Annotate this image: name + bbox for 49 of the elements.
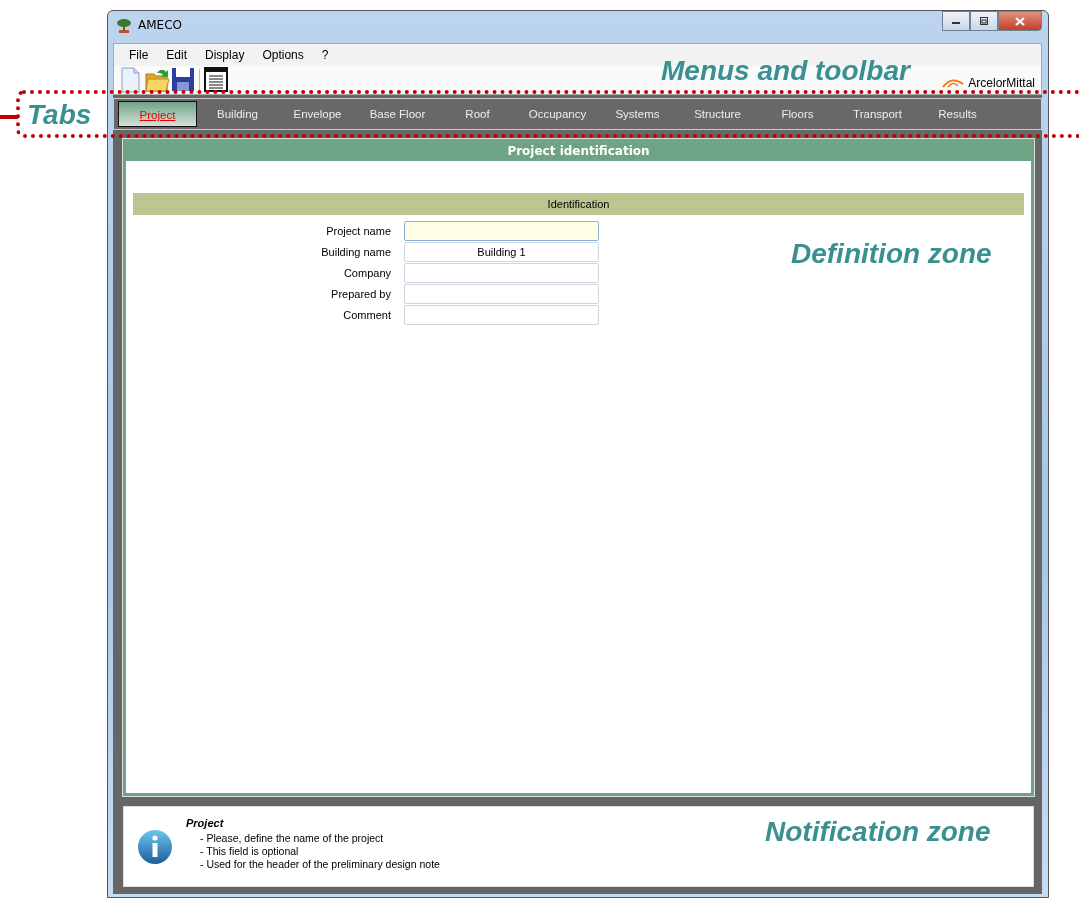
field-label: Comment <box>342 309 391 321</box>
section-header: Identification <box>133 193 1024 215</box>
field-label: Project name <box>325 225 391 237</box>
menu-item[interactable]: Options <box>253 48 313 62</box>
notification-line: - This field is optional <box>199 845 300 858</box>
close-button[interactable] <box>998 11 1042 31</box>
input-field[interactable] <box>404 305 599 325</box>
tab[interactable]: Building <box>198 101 277 127</box>
notification-line: - Used for the header of the preliminary design note <box>199 858 440 871</box>
panel-header: Project identification <box>126 142 1031 161</box>
tab[interactable]: Results <box>918 101 997 127</box>
input-field[interactable] <box>404 263 599 283</box>
maximize-button[interactable] <box>970 11 998 31</box>
window-title: AMECO <box>138 18 182 32</box>
open-button[interactable] <box>144 67 170 93</box>
close-icon <box>1015 16 1025 26</box>
save-button[interactable] <box>170 67 196 93</box>
menu-item[interactable]: Display <box>196 48 254 62</box>
callout-label: Definition zone <box>791 238 992 270</box>
minimize-button[interactable] <box>942 11 970 31</box>
tree-icon <box>116 17 132 33</box>
info-icon <box>136 827 174 866</box>
swoosh-icon <box>942 78 965 88</box>
menu-item[interactable]: ? <box>312 48 338 62</box>
notification-title: Project <box>186 817 225 829</box>
callout-label: Menus and toolbar <box>661 55 910 87</box>
input-field[interactable]: Building 1 <box>404 242 599 262</box>
input-field[interactable] <box>404 284 599 304</box>
tab[interactable]: Structure <box>678 101 757 127</box>
callout-label: Tabs <box>27 99 92 131</box>
tab[interactable]: Envelope <box>278 101 357 127</box>
menu-item[interactable]: Edit <box>157 48 197 62</box>
menu-item[interactable]: File <box>120 48 158 62</box>
field-label: Building name <box>320 246 391 258</box>
tab[interactable]: Base Floor <box>358 101 437 127</box>
notification-line: - Please, define the name of the project <box>199 832 385 845</box>
input-field[interactable] <box>404 221 599 241</box>
tab[interactable]: Transport <box>838 101 917 127</box>
folder-icon <box>145 67 169 93</box>
report-button[interactable] <box>203 67 229 93</box>
tab[interactable]: Systems <box>598 101 677 127</box>
callout-label: Notification zone <box>765 816 991 848</box>
brand-name: ArcelorMittal <box>968 76 1035 90</box>
field-label: Prepared by <box>330 288 391 300</box>
tab[interactable]: Floors <box>758 101 837 127</box>
tab[interactable]: Occupancy <box>518 101 597 127</box>
tab[interactable]: Roof <box>438 101 517 127</box>
field-label: Company <box>342 267 391 279</box>
maximize-icon <box>979 17 989 25</box>
